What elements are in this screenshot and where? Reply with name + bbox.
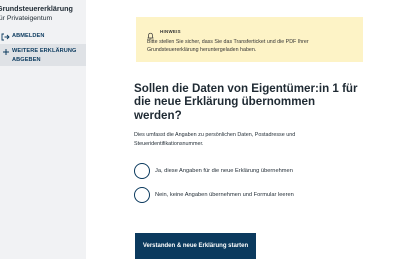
- sidebar-item-logout[interactable]: ABMELDEN: [0, 32, 86, 42]
- app-title-line1: Grundsteuererklärung: [0, 4, 73, 13]
- sidebar-item-next-declaration[interactable]: WEITERE ERKLÄRUNG ABGEBEN: [0, 44, 86, 66]
- option-yes[interactable]: Ja, diese Angaben für die neue Erklärung…: [134, 163, 293, 179]
- hint-title: HINWEIS: [160, 28, 181, 34]
- main-content: HINWEIS Bitte stellen Sie sicher, dass S…: [86, 0, 400, 259]
- sidebar: Grundsteuererklärung für Privateigentum …: [0, 0, 86, 259]
- radio-yes[interactable]: [134, 163, 150, 179]
- option-no[interactable]: Nein, keine Angaben übernehmen und Formu…: [134, 187, 294, 203]
- app-title-line2: für Privateigentum: [0, 15, 53, 22]
- option-no-label: Nein, keine Angaben übernehmen und Formu…: [155, 192, 294, 198]
- hint-box: HINWEIS Bitte stellen Sie sicher, dass S…: [136, 17, 363, 62]
- page-title: Sollen die Daten von Eigentümer:in 1 für…: [134, 82, 358, 122]
- app-title: Grundsteuererklärung für Privateigentum: [0, 4, 87, 23]
- hint-text: Bitte stellen Sie sicher, dass Sie das T…: [147, 39, 309, 53]
- start-new-declaration-button[interactable]: Verstanden & neue Erklärung starten: [135, 233, 256, 259]
- radio-no[interactable]: [134, 187, 150, 203]
- logout-icon: [1, 32, 10, 41]
- sidebar-item-next-declaration-label-line2: ABGEBEN: [12, 56, 41, 63]
- sidebar-item-logout-label: ABMELDEN: [12, 33, 45, 39]
- sidebar-item-next-declaration-label-line1: WEITERE ERKLÄRUNG: [12, 48, 77, 54]
- description: Dies umfasst die Angaben zu persönlichen…: [134, 132, 296, 147]
- option-yes-label: Ja, diese Angaben für die neue Erklärung…: [155, 168, 293, 174]
- plus-icon: [1, 47, 10, 56]
- bell-icon: [147, 27, 154, 40]
